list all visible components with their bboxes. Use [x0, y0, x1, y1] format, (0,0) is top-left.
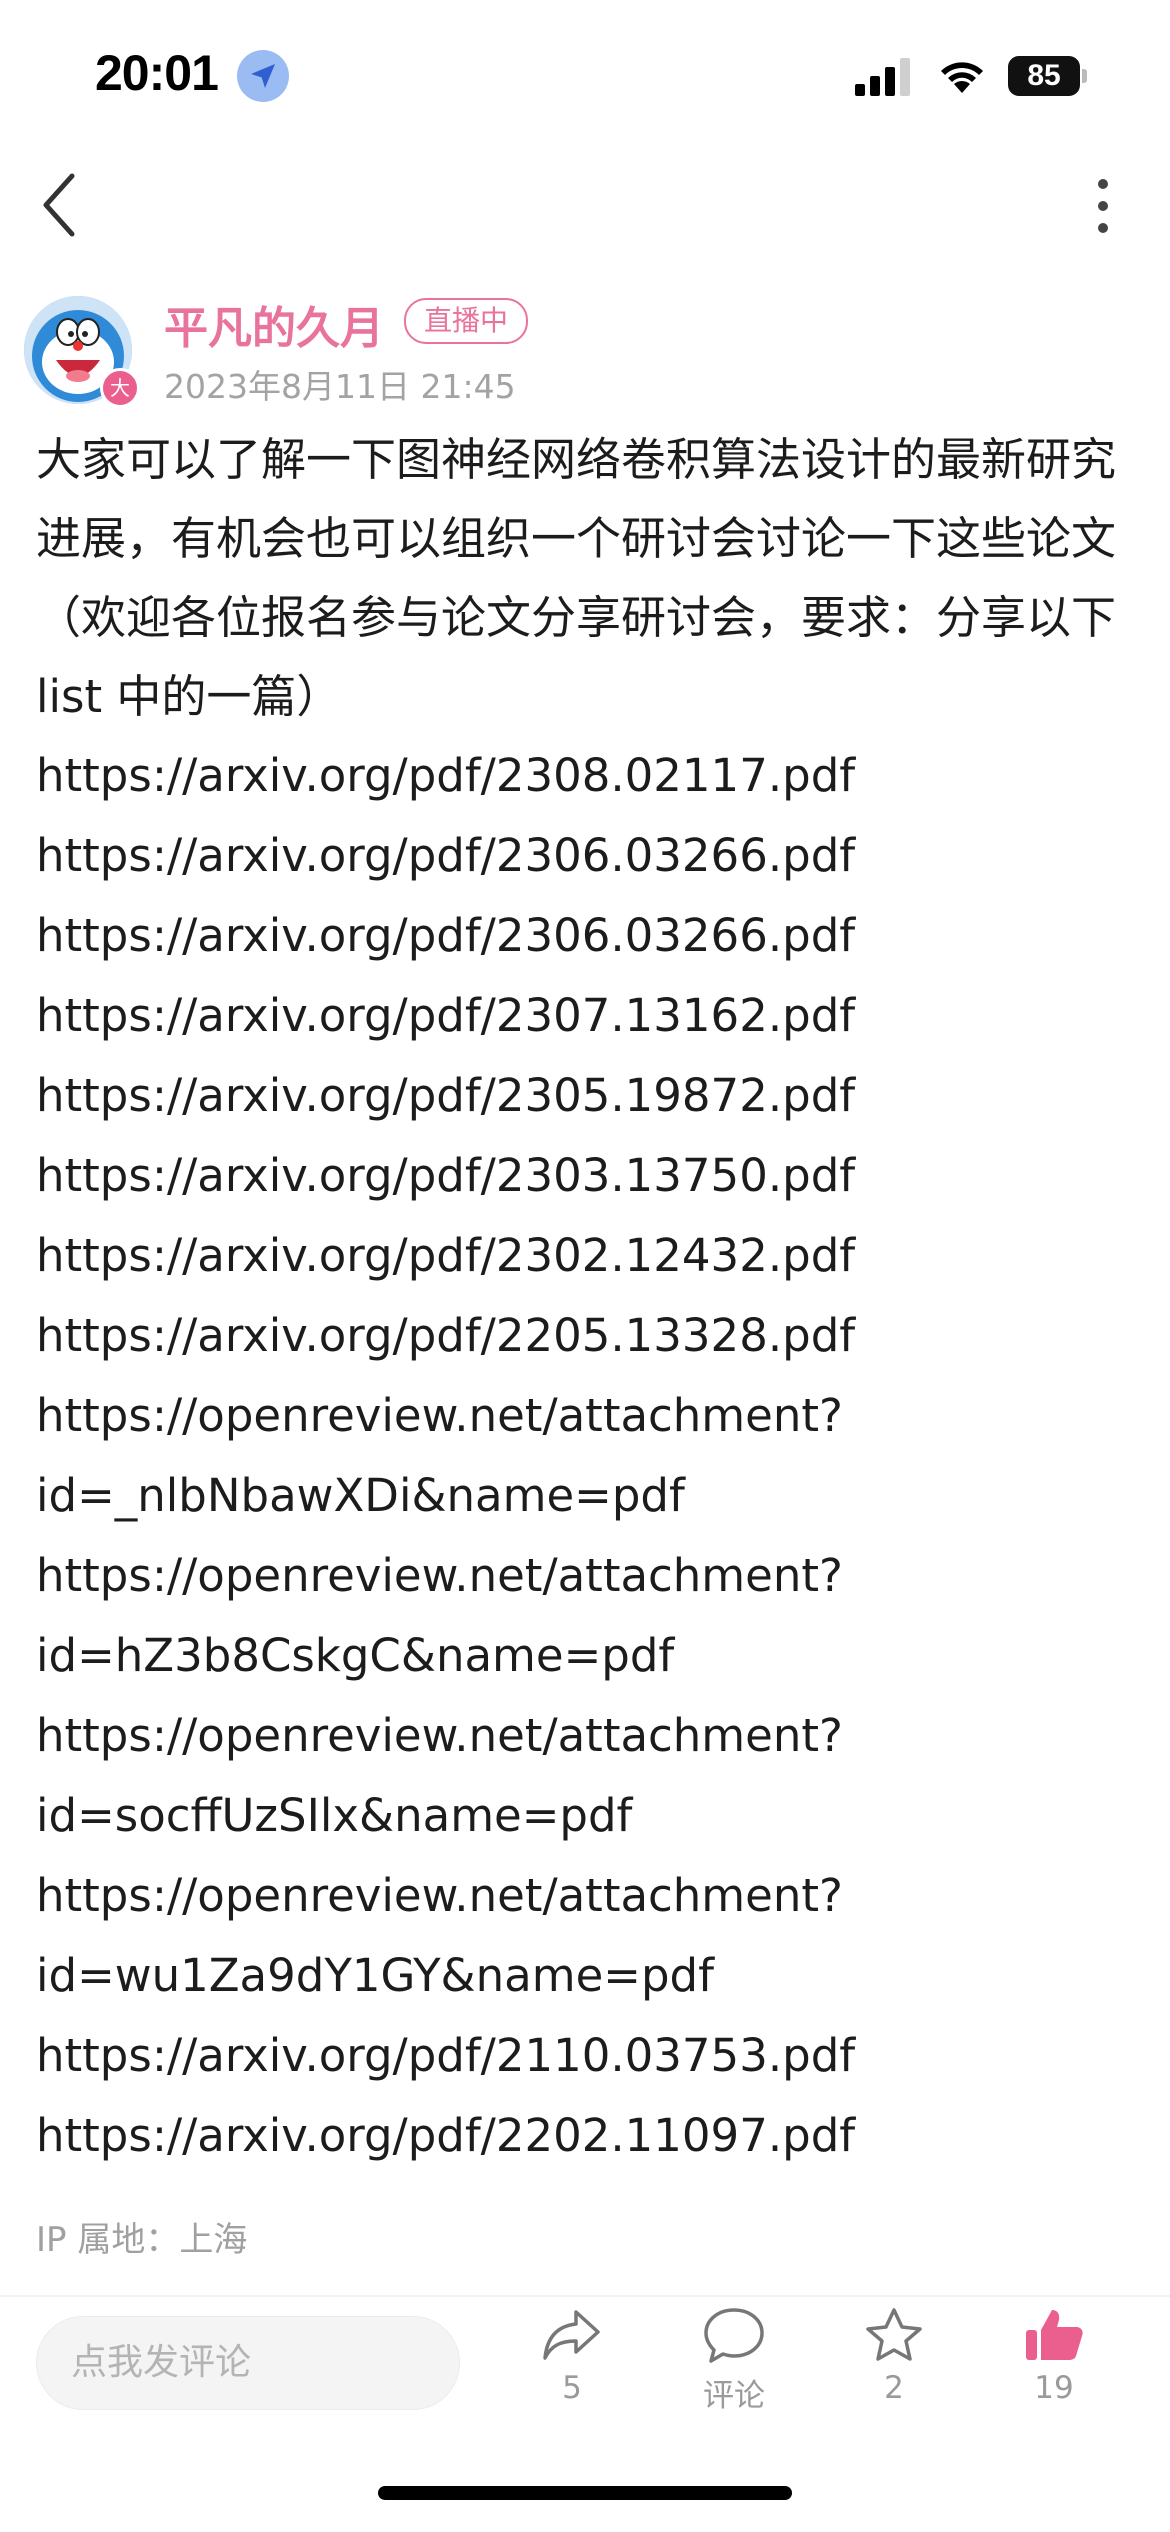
star-icon	[866, 2308, 922, 2361]
comment-placeholder: 点我发评论	[71, 2342, 252, 2383]
comment-label: 评论	[703, 2378, 765, 2414]
status-time: 20:01	[95, 45, 219, 101]
link-item[interactable]: https://arxiv.org/pdf/2306.03266.pdf	[36, 896, 1136, 976]
link-item[interactable]: https://arxiv.org/pdf/2303.13750.pdf	[36, 1136, 1136, 1216]
share-count: 5	[562, 2370, 582, 2406]
link-item[interactable]: https://arxiv.org/pdf/2308.02117.pdf	[36, 736, 1136, 816]
like-count: 19	[1034, 2370, 1074, 2406]
link-item[interactable]: https://arxiv.org/pdf/2302.12432.pdf	[36, 1216, 1136, 1296]
thumbs-up-icon	[1026, 2310, 1083, 2360]
favorite-button[interactable]: 2	[834, 2306, 954, 2426]
comment-icon	[704, 2308, 764, 2363]
signal-icon	[855, 58, 910, 96]
wifi-icon	[941, 62, 983, 93]
post-timestamp: 2023年8月11日 21:45	[164, 367, 516, 406]
author-name[interactable]: 平凡的久月	[164, 292, 384, 356]
post-body: 大家可以了解一下图神经网络卷积算法设计的最新研究进展，有机会也可以组织一个研讨会…	[36, 420, 1136, 2176]
like-button[interactable]: 19	[994, 2306, 1114, 2426]
comment-button[interactable]: 评论	[674, 2306, 794, 2426]
share-button[interactable]: 5	[512, 2306, 632, 2426]
more-button[interactable]	[1078, 176, 1128, 236]
avatar-badge: 大	[100, 368, 140, 408]
home-indicator	[378, 2486, 792, 2500]
share-icon	[543, 2310, 600, 2360]
ip-location: IP 属地：上海	[36, 2220, 248, 2260]
more-vertical-icon	[1098, 179, 1108, 233]
link-item[interactable]: https://openreview.net/attachment? id=wu…	[36, 1856, 1136, 2016]
live-badge[interactable]: 直播中	[404, 298, 529, 344]
back-button[interactable]	[40, 170, 100, 240]
comment-input[interactable]: 点我发评论	[36, 2316, 460, 2410]
back-chevron-icon	[43, 173, 75, 237]
link-item[interactable]: https://openreview.net/attachment? id=so…	[36, 1696, 1136, 1856]
link-item[interactable]: https://openreview.net/attachment? id=_n…	[36, 1376, 1136, 1536]
link-list: https://arxiv.org/pdf/2308.02117.pdf htt…	[36, 736, 1136, 2176]
favorite-count: 2	[884, 2370, 904, 2406]
location-arrow-icon	[237, 50, 289, 102]
status-bar: 20:01 85	[0, 0, 1170, 150]
link-item[interactable]: https://arxiv.org/pdf/2305.19872.pdf	[36, 1056, 1136, 1136]
divider	[0, 2295, 1170, 2297]
battery-level: 85	[1008, 56, 1080, 96]
link-item[interactable]: https://arxiv.org/pdf/2110.03753.pdf	[36, 2016, 1136, 2096]
post-text: 大家可以了解一下图神经网络卷积算法设计的最新研究进展，有机会也可以组织一个研讨会…	[36, 433, 1117, 723]
link-item[interactable]: https://arxiv.org/pdf/2307.13162.pdf	[36, 976, 1136, 1056]
link-item[interactable]: https://openreview.net/attachment? id=hZ…	[36, 1536, 1136, 1696]
link-item[interactable]: https://arxiv.org/pdf/2202.11097.pdf	[36, 2096, 1136, 2176]
battery-icon: 85	[1008, 56, 1087, 96]
link-item[interactable]: https://arxiv.org/pdf/2306.03266.pdf	[36, 816, 1136, 896]
link-item[interactable]: https://arxiv.org/pdf/2205.13328.pdf	[36, 1296, 1136, 1376]
